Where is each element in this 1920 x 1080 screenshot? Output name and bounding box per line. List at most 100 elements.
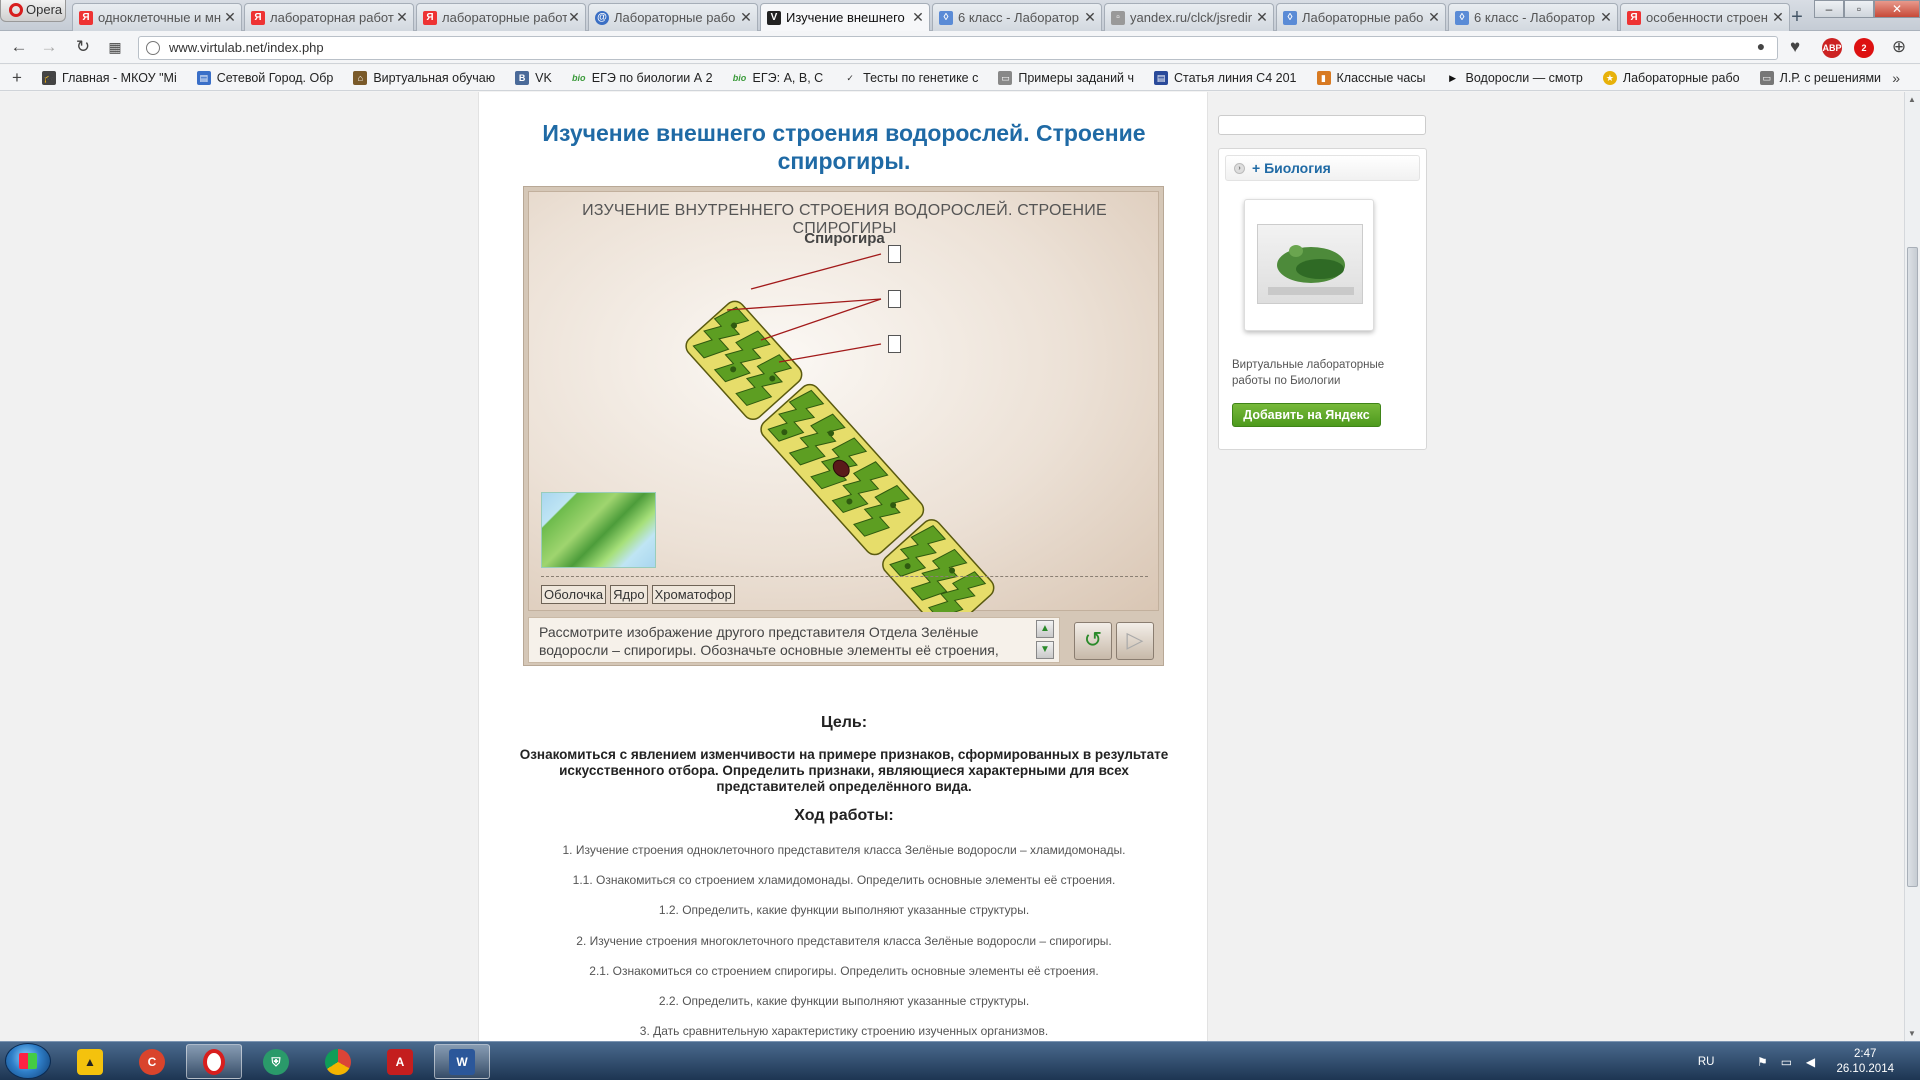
tab-active[interactable]: V Изучение внешнего ✕ [760, 3, 930, 31]
close-tab-icon[interactable]: ✕ [223, 9, 237, 26]
windows-logo-icon [19, 1053, 37, 1069]
close-tab-icon[interactable]: ✕ [1427, 9, 1441, 26]
close-tab-icon[interactable]: ✕ [911, 9, 925, 26]
sidebar-category-biology[interactable]: › + Биология [1225, 155, 1420, 181]
taskbar-app-shield[interactable]: ⛨ [248, 1044, 304, 1079]
bookmark[interactable]: bio ЕГЭ: А, В, С [732, 71, 823, 85]
start-button[interactable] [5, 1043, 51, 1079]
tab[interactable]: ◊ Лабораторные рабо ✕ [1276, 3, 1446, 31]
tab-strip: Opera Яодноклеточные и мн ✕ Ялабораторная… [0, 0, 1920, 31]
taskbar-app-acrobat[interactable]: A [372, 1044, 428, 1079]
label-drop-box[interactable] [888, 245, 901, 263]
stop-extension-icon[interactable]: 2 [1854, 38, 1874, 58]
close-tab-icon[interactable]: ✕ [1771, 9, 1785, 26]
language-indicator[interactable]: RU [1698, 1056, 1715, 1068]
speed-dial-icon[interactable]: ▦ [104, 37, 126, 59]
tab[interactable]: Яодноклеточные и мн ✕ [72, 3, 242, 31]
main-content: Изучение внешнего строения водорослей. С… [478, 92, 1208, 1041]
expand-icon: › [1234, 163, 1245, 174]
bookmark[interactable]: ⌂ Виртуальная обучаю [353, 70, 495, 85]
adblock-plus-icon[interactable]: ABP [1822, 38, 1842, 58]
add-bookmark-icon[interactable]: + [12, 68, 42, 88]
tab[interactable]: Ялабораторные работ ✕ [416, 3, 586, 31]
bulb-icon[interactable]: ● [1750, 36, 1772, 58]
tab[interactable]: ◊ 6 класс - Лаборатор ✕ [1448, 3, 1618, 31]
close-tab-icon[interactable]: ✕ [395, 9, 409, 26]
new-tab-button[interactable]: + [1785, 6, 1809, 29]
bookmark[interactable]: bio ЕГЭ по биологии А 2 [572, 71, 712, 85]
tab[interactable]: ◊ 6 класс - Лаборатор ✕ [932, 3, 1102, 31]
step-item: 2.1. Ознакомиться со строением спирогиры… [589, 963, 1099, 978]
close-window-button[interactable]: ✕ [1874, 0, 1920, 18]
reload-button[interactable]: ↻ [72, 37, 94, 59]
close-tab-icon[interactable]: ✕ [1599, 9, 1613, 26]
taskbar-app-aimp[interactable]: ▲ [62, 1044, 118, 1079]
taskbar-app-word[interactable]: W [434, 1044, 490, 1079]
steps-heading: Ход работы: [794, 807, 894, 824]
yandex-icon: Я [79, 10, 93, 25]
flag-icon[interactable]: ⚑ [1754, 1055, 1770, 1069]
volume-icon[interactable]: ◀ [1802, 1055, 1818, 1069]
tab[interactable]: ▫ yandex.ru/clck/jsredir ✕ [1104, 3, 1274, 31]
bookmark[interactable]: ▤ Сетевой Город. Обр [196, 70, 333, 85]
next-button[interactable]: ▷ [1116, 622, 1154, 660]
bookmark[interactable]: ▭ Примеры заданий ч [998, 70, 1134, 85]
tab[interactable]: @ Лабораторные рабо ✕ [588, 3, 758, 31]
shield-icon: ⛨ [263, 1048, 289, 1075]
bookmark[interactable]: ★ Лабораторные рабо [1602, 70, 1740, 85]
bookmark[interactable]: ▶ Водоросли — смотр [1446, 71, 1583, 85]
globe-icon [146, 41, 160, 55]
taskbar-app-opera[interactable] [186, 1044, 242, 1079]
bookmark[interactable]: 🎓 Главная - МКОУ "Мі [42, 70, 177, 85]
forward-button[interactable]: → [38, 37, 60, 59]
tab[interactable]: Яособенности строен ✕ [1620, 3, 1790, 31]
url-field[interactable]: www.virtulab.net/index.php [138, 36, 1778, 60]
city-icon: ▤ [196, 70, 211, 85]
close-tab-icon[interactable]: ✕ [739, 9, 753, 26]
tab[interactable]: Ялабораторная работ ✕ [244, 3, 414, 31]
taskbar-app-chrome[interactable] [310, 1044, 366, 1079]
label-nucleus[interactable]: Ядро [610, 585, 648, 604]
scroll-down-arrow-icon[interactable]: ▼ [1908, 1029, 1916, 1038]
maximize-button[interactable]: ▫ [1844, 0, 1874, 18]
bookmark[interactable]: ▭ Л.Р. с решениями [1759, 70, 1881, 85]
scroll-up-button[interactable]: ▲ [1036, 620, 1054, 638]
lab-screen: ИЗУЧЕНИЕ ВНУТРЕННЕГО СТРОЕНИЯ ВОДОРОСЛЕЙ… [528, 191, 1159, 612]
back-button[interactable]: ← [8, 37, 30, 59]
download-icon[interactable]: ⊕ [1888, 37, 1910, 59]
add-to-yandex-button[interactable]: Добавить на Яндекс [1232, 403, 1381, 427]
close-tab-icon[interactable]: ✕ [1255, 9, 1269, 26]
aimp-icon: ▲ [77, 1048, 103, 1075]
close-tab-icon[interactable]: ✕ [567, 9, 581, 26]
label-chromatophore[interactable]: Хроматофор [651, 585, 735, 604]
bookmark[interactable]: ▤ Статья линия С4 201 [1154, 70, 1297, 85]
label-drop-box[interactable] [888, 335, 901, 353]
sidebar-description: Виртуальные лабораторные работы по Биоло… [1232, 359, 1385, 387]
grad-cap-icon: 🎓 [42, 70, 56, 85]
bookmark[interactable]: ✓ Тесты по генетике с [843, 71, 978, 85]
bookmarks-overflow-icon[interactable]: » [1892, 70, 1900, 86]
label-drop-box[interactable] [888, 290, 901, 308]
vertical-scrollbar[interactable]: ▲ ▼ [1904, 92, 1920, 1041]
reset-button[interactable]: ↺ [1074, 622, 1112, 660]
label-membrane[interactable]: Оболочка [541, 585, 607, 604]
clock[interactable]: 2:47 26.10.2014 [1836, 1047, 1894, 1077]
bookmark[interactable]: ▮ Классные часы [1316, 70, 1426, 85]
lab-preview-card[interactable] [1244, 199, 1374, 331]
taskbar-app-cleaner[interactable]: C [124, 1044, 180, 1079]
scroll-down-button[interactable]: ▼ [1036, 641, 1054, 659]
microscope-photo-thumbnail[interactable] [541, 492, 656, 568]
close-tab-icon[interactable]: ✕ [1083, 9, 1097, 26]
network-icon[interactable]: ▭ [1778, 1055, 1794, 1069]
page-title: Изучение внешнего строения водорослей. С… [542, 120, 1146, 174]
scrollbar-thumb[interactable] [1907, 247, 1918, 887]
minimize-button[interactable]: – [1814, 0, 1844, 18]
check-icon: ✓ [846, 72, 854, 83]
bookmark[interactable]: B VK [515, 70, 552, 85]
bio-icon: bio [732, 72, 747, 83]
sidebar-search-input[interactable] [1218, 115, 1426, 135]
heart-icon[interactable]: ♥ [1784, 37, 1806, 59]
scroll-up-arrow-icon[interactable]: ▲ [1908, 95, 1916, 104]
opera-menu-button[interactable]: Opera [0, 0, 66, 22]
step-item: 1. Изучение строения одноклеточного пред… [562, 843, 1126, 857]
